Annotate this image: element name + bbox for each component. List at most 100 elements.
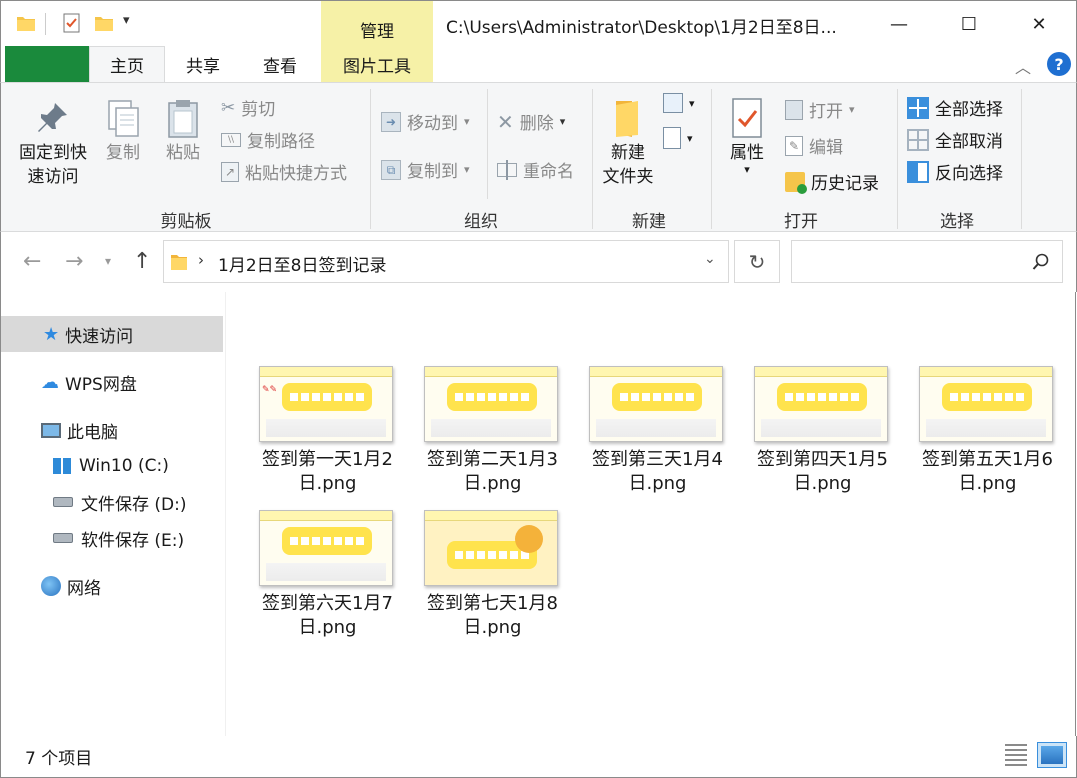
address-bar[interactable]: › 1月2日至8日签到记录 ⌄ xyxy=(163,240,729,283)
breadcrumb[interactable]: 1月2日至8日签到记录 xyxy=(218,251,386,276)
paste-button[interactable]: 粘贴 xyxy=(157,97,209,165)
large-icons-view-icon[interactable] xyxy=(1037,742,1067,768)
nav-item-quick-access[interactable]: ★ 快速访问 xyxy=(1,316,223,352)
file-item[interactable]: 签到第三天1月4 日.png xyxy=(575,366,725,506)
delete-icon: ✕ xyxy=(497,109,514,134)
paste-label: 粘贴 xyxy=(166,143,200,163)
new-folder-qat-icon[interactable] xyxy=(93,12,115,34)
search-box[interactable] xyxy=(791,240,1063,283)
rename-icon xyxy=(497,159,517,180)
tab-share[interactable]: 共享 xyxy=(167,46,239,82)
search-input[interactable] xyxy=(798,249,1018,275)
ribbon-separator xyxy=(370,89,371,229)
select-all-button[interactable]: 全部选择 xyxy=(907,95,1003,120)
delete-dropdown-icon: ▾ xyxy=(559,115,566,128)
image-thumbnail: ✎✎ xyxy=(259,366,393,442)
ribbon-separator xyxy=(897,89,898,229)
file-item[interactable]: 签到第五天1月6 日.png xyxy=(905,366,1055,506)
file-name: 签到第六天1月7 日.png xyxy=(262,593,393,638)
collapse-ribbon-icon[interactable]: ︿ xyxy=(1015,54,1031,78)
properties-label: 属性 xyxy=(730,143,764,163)
copy-to-button[interactable]: ⧉ 复制到 ▾ xyxy=(381,157,470,182)
file-item[interactable]: 签到第七天1月8 日.png xyxy=(410,510,560,650)
select-none-button[interactable]: 全部取消 xyxy=(907,127,1003,152)
open-dropdown-icon: ▾ xyxy=(849,103,855,116)
nav-item-drive-c[interactable]: Win10 (C:) xyxy=(1,448,223,484)
new-folder-button[interactable]: 新建 文件夹 xyxy=(597,97,659,189)
tab-home[interactable]: 主页 xyxy=(89,46,165,82)
select-all-icon xyxy=(907,96,929,119)
forward-arrow-icon[interactable]: → xyxy=(65,249,83,274)
nav-item-network[interactable]: 网络 xyxy=(1,568,223,604)
cut-button[interactable]: ✂ 剪切 xyxy=(221,95,275,121)
history-button[interactable]: 历史记录 xyxy=(785,169,879,194)
tab-picture-tools[interactable]: 图片工具 xyxy=(321,46,433,82)
ribbon-separator xyxy=(1021,89,1022,229)
nav-item-label: 软件保存 (E:) xyxy=(81,530,185,551)
edit-label: 编辑 xyxy=(809,138,843,158)
context-tab-label: 管理 xyxy=(360,22,394,42)
recent-locations-icon[interactable]: ▾ xyxy=(105,254,111,268)
address-dropdown-icon[interactable]: ⌄ xyxy=(704,251,716,267)
delete-label: 删除 xyxy=(519,114,554,134)
rename-button[interactable]: 重命名 xyxy=(497,157,574,182)
navigation-pane: ★ 快速访问 ☁ WPS网盘 此电脑 Win10 (C:) 文件保存 (D:) 软件… xyxy=(0,292,226,736)
search-icon[interactable] xyxy=(1032,253,1050,271)
rename-label: 重命名 xyxy=(523,162,574,182)
copy-path-button[interactable]: \\ 复制路径 xyxy=(221,127,315,152)
file-item[interactable]: 签到第六天1月7 日.png xyxy=(245,510,395,650)
open-button[interactable]: 打开 ▾ xyxy=(785,97,855,122)
paste-shortcut-button[interactable]: ↗ 粘贴快捷方式 xyxy=(221,159,347,184)
nav-item-drive-e[interactable]: 软件保存 (E:) xyxy=(1,520,223,556)
move-to-button[interactable]: ➜ 移动到 ▾ xyxy=(381,109,470,134)
context-tab-manage[interactable]: 管理 xyxy=(321,1,433,47)
close-button[interactable]: ✕ xyxy=(1009,1,1069,47)
properties-button[interactable]: 属性 ▾ xyxy=(717,97,777,175)
pin-icon xyxy=(38,103,67,132)
open-group-label: 打开 xyxy=(784,212,818,232)
breadcrumb-chevron-icon[interactable]: › xyxy=(198,251,204,269)
refresh-button[interactable]: ↻ xyxy=(734,240,780,283)
file-name: 签到第三天1月4 日.png xyxy=(592,449,723,494)
ribbon-separator xyxy=(592,89,593,229)
back-arrow-icon[interactable]: ← xyxy=(23,249,41,274)
nav-item-label: Win10 (C:) xyxy=(79,456,169,476)
delete-button[interactable]: ✕ 删除 ▾ xyxy=(497,109,566,135)
file-item[interactable]: 签到第四天1月5 日.png xyxy=(740,366,890,506)
copy-to-label: 复制到 xyxy=(407,162,458,182)
image-thumbnail xyxy=(919,366,1053,442)
nav-item-this-pc[interactable]: 此电脑 xyxy=(1,412,223,448)
up-arrow-icon[interactable]: ↑ xyxy=(133,249,151,274)
tab-view[interactable]: 查看 xyxy=(243,46,317,82)
new-group-label: 新建 xyxy=(632,212,666,232)
file-item[interactable]: 签到第二天1月3 日.png xyxy=(410,366,560,506)
copy-button[interactable]: 复制 xyxy=(97,97,149,165)
customize-qat-dropdown-icon[interactable]: ▾ xyxy=(123,13,130,28)
copy-label: 复制 xyxy=(106,143,140,163)
select-all-label: 全部选择 xyxy=(935,100,1003,120)
folder-icon[interactable] xyxy=(15,12,37,34)
help-icon[interactable]: ? xyxy=(1047,52,1071,76)
new-folder-label-line2: 文件夹 xyxy=(602,167,654,187)
nav-item-drive-d[interactable]: 文件保存 (D:) xyxy=(1,484,223,520)
new-item-button[interactable]: ▾ xyxy=(663,93,695,113)
file-name: 签到第五天1月6 日.png xyxy=(922,449,1053,494)
nav-item-wps[interactable]: ☁ WPS网盘 xyxy=(1,364,223,400)
properties-icon xyxy=(732,98,762,138)
history-label: 历史记录 xyxy=(811,174,879,194)
item-count: 7 个项目 xyxy=(25,749,93,769)
refresh-icon: ↻ xyxy=(748,249,766,274)
invert-selection-button[interactable]: 反向选择 xyxy=(907,159,1003,184)
file-item[interactable]: ✎✎ 签到第一天1月2 日.png xyxy=(245,366,395,506)
invert-selection-icon xyxy=(907,160,929,183)
select-group-label: 选择 xyxy=(940,212,974,232)
details-view-icon[interactable] xyxy=(1005,744,1027,766)
properties-qat-icon[interactable] xyxy=(61,12,83,34)
maximize-button[interactable]: ☐ xyxy=(939,1,999,47)
minimize-button[interactable]: — xyxy=(869,1,929,47)
edit-button[interactable]: ✎ 编辑 xyxy=(785,133,843,158)
easy-access-button[interactable]: ▾ xyxy=(663,127,693,149)
ribbon-separator xyxy=(711,89,712,229)
navigation-bar: ← → ▾ ↑ › 1月2日至8日签到记录 ⌄ ↻ xyxy=(0,232,1077,292)
pin-to-quick-access-button[interactable]: 固定到快 速访问 xyxy=(11,97,95,189)
